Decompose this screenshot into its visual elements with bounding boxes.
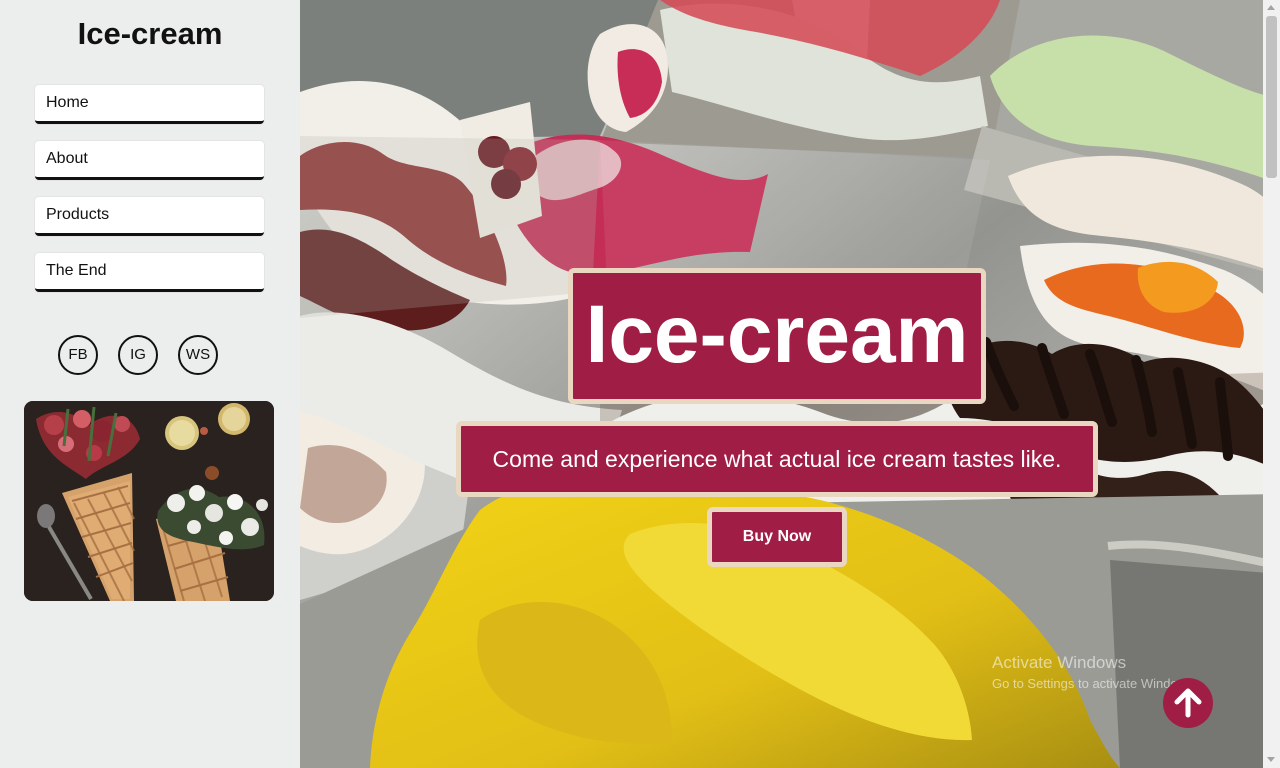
page-scrollbar[interactable] — [1263, 0, 1280, 768]
scrollbar-thumb[interactable] — [1266, 16, 1277, 178]
hero-subtitle: Come and experience what actual ice crea… — [456, 421, 1098, 497]
scroll-up-arrow-icon[interactable] — [1267, 5, 1275, 10]
hero-banner: Ice-cream Come and experience what actua… — [300, 0, 1280, 768]
watermark-line-1: Activate Windows — [992, 653, 1127, 672]
whatsapp-link[interactable]: WS — [178, 335, 218, 375]
nav-item-products[interactable]: Products — [35, 197, 264, 236]
buy-now-button[interactable]: Buy Now — [707, 507, 847, 567]
flowers-cones-photo — [24, 401, 274, 601]
nav-item-home[interactable]: Home — [35, 85, 264, 124]
nav-item-the-end[interactable]: The End — [35, 253, 264, 292]
facebook-link[interactable]: FB — [58, 335, 98, 375]
scroll-down-arrow-icon[interactable] — [1267, 757, 1275, 762]
nav-item-about[interactable]: About — [35, 141, 264, 180]
site-logo-title: Ice-cream — [77, 16, 223, 51]
scroll-to-top-button[interactable] — [1163, 678, 1213, 728]
sidebar: Ice-cream Home About Products The End FB… — [0, 0, 300, 768]
instagram-link[interactable]: IG — [118, 335, 158, 375]
hero-title: Ice-cream — [568, 268, 986, 404]
arrow-up-icon — [1174, 688, 1202, 718]
